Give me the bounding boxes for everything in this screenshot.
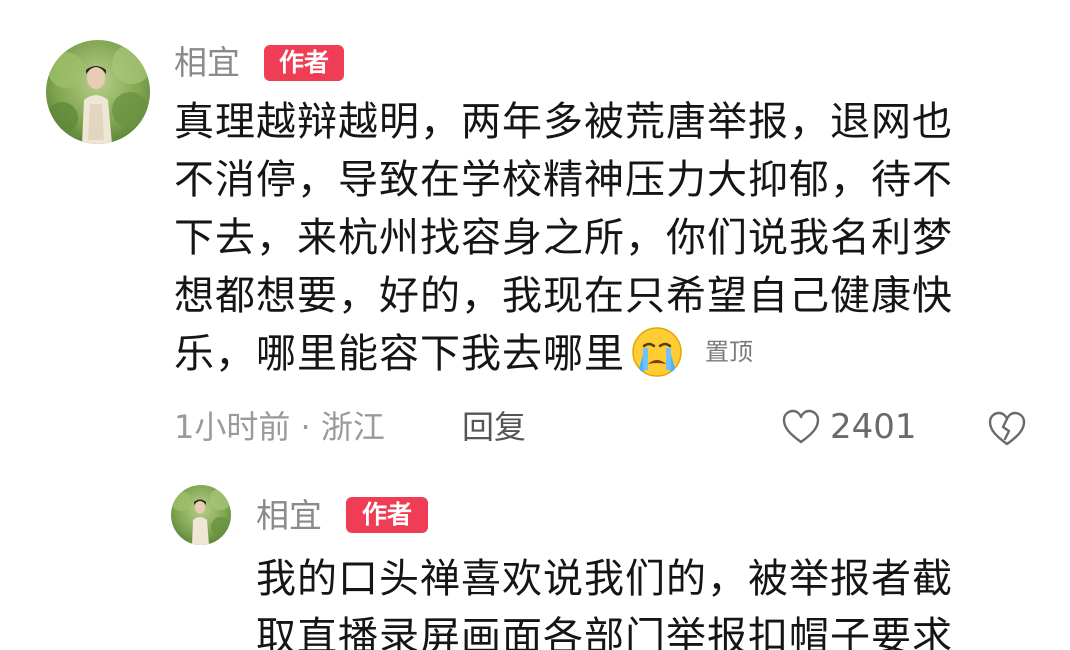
broken-heart-icon[interactable] xyxy=(988,411,1026,447)
comment-line: 不消停，导致在学校精神压力大抑郁，待不 xyxy=(174,157,953,203)
comment-body: 真理越辩越明，两年多被荒唐举报，退网也 不消停，导致在学校精神压力大抑郁，待不 … xyxy=(174,93,1004,383)
avatar-photo xyxy=(171,485,231,545)
avatar[interactable] xyxy=(46,40,150,144)
time-location: 1小时前 · 浙江 xyxy=(174,408,385,446)
like-count: 2401 xyxy=(830,407,917,447)
comment-line: 乐，哪里能容下我去哪里 xyxy=(174,331,625,377)
comment-username[interactable]: 相宜 xyxy=(174,43,240,83)
reply-avatar[interactable] xyxy=(171,485,231,545)
author-badge: 作者 xyxy=(264,45,344,81)
heart-icon[interactable] xyxy=(782,409,820,445)
comment-last-line: 乐，哪里能容下我去哪里 置顶 xyxy=(174,325,1004,383)
reply-line: 我的口头禅喜欢说我们的，被举报者截 xyxy=(256,556,953,602)
comment-line: 下去，来杭州找容身之所，你们说我名利梦 xyxy=(174,215,953,261)
reply-button[interactable]: 回复 xyxy=(462,405,526,449)
reply-username[interactable]: 相宜 xyxy=(256,496,322,536)
crying-face-emoji-icon xyxy=(631,326,683,378)
comment-thread: 相宜 作者 真理越辩越明，两年多被荒唐举报，退网也 不消停，导致在学校精神压力大… xyxy=(0,0,1070,650)
reply-line: 取直播录屏画面各部门举报扣帽子要求 xyxy=(256,614,953,650)
pinned-label: 置顶 xyxy=(705,338,753,366)
avatar-photo xyxy=(46,40,150,144)
comment-line: 真理越辩越明，两年多被荒唐举报，退网也 xyxy=(174,99,953,145)
comment-meta-row: 1小时前 · 浙江 回复 2401 xyxy=(174,405,1034,449)
reply-body: 我的口头禅喜欢说我们的，被举报者截 取直播录屏画面各部门举报扣帽子要求 xyxy=(256,550,1026,650)
author-badge: 作者 xyxy=(346,497,428,533)
comment-line: 想都想要，好的，我现在只希望自己健康快 xyxy=(174,273,953,319)
